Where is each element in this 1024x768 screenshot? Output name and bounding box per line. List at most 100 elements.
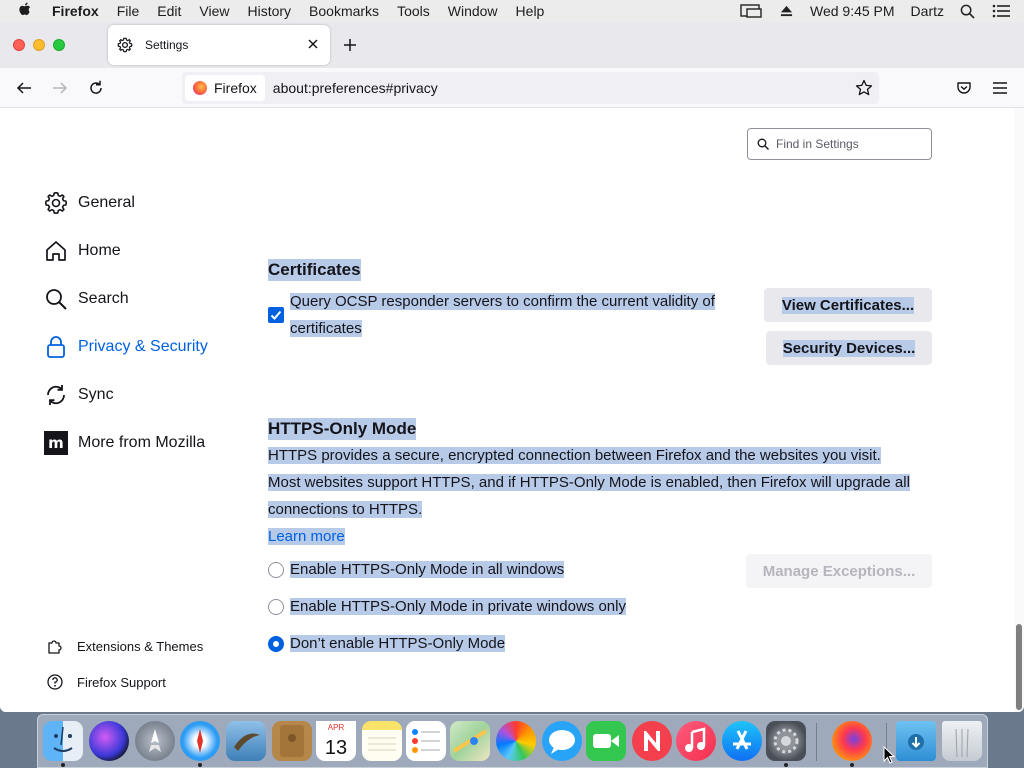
https-private-windows-radio[interactable] xyxy=(268,599,284,615)
siri-icon[interactable] xyxy=(89,721,129,761)
menu-window[interactable]: Window xyxy=(448,3,498,19)
checkmark-icon xyxy=(270,310,282,320)
https-disabled-radio[interactable] xyxy=(268,636,284,652)
spotlight-search-icon[interactable] xyxy=(960,4,976,19)
lock-icon xyxy=(47,336,65,358)
music-icon[interactable] xyxy=(676,721,716,761)
finder-icon[interactable] xyxy=(43,721,83,761)
manage-exceptions-button[interactable]: Manage Exceptions... xyxy=(746,554,932,588)
extensions-themes-link[interactable]: Extensions & Themes xyxy=(46,637,203,655)
menu-clock[interactable]: Wed 9:45 PM xyxy=(810,3,895,19)
menu-app-name[interactable]: Firefox xyxy=(52,3,99,19)
menu-history[interactable]: History xyxy=(247,3,291,19)
hamburger-menu-icon[interactable] xyxy=(991,79,1009,97)
new-tab-plus-icon[interactable] xyxy=(342,37,358,53)
identity-label: Firefox xyxy=(214,80,257,96)
display-mirror-icon[interactable] xyxy=(740,4,764,18)
facetime-icon[interactable] xyxy=(586,721,626,761)
view-certificates-button[interactable]: View Certificates... xyxy=(764,288,932,322)
control-list-icon[interactable] xyxy=(992,4,1010,18)
https-only-heading: HTTPS-Only Mode xyxy=(268,418,417,440)
reload-icon[interactable] xyxy=(87,79,105,97)
https-all-windows-radio[interactable] xyxy=(268,562,284,578)
settings-search-box[interactable] xyxy=(747,128,932,160)
downloads-folder-icon[interactable] xyxy=(896,721,936,761)
category-general[interactable]: General xyxy=(44,188,135,218)
https-disabled-label[interactable]: Don’t enable HTTPS-Only Mode xyxy=(290,630,506,657)
running-indicator xyxy=(198,763,202,767)
menu-tools[interactable]: Tools xyxy=(397,3,430,19)
system-preferences-icon[interactable] xyxy=(766,721,806,761)
tab-settings[interactable]: Settings xyxy=(108,25,330,65)
menu-bookmarks[interactable]: Bookmarks xyxy=(309,3,379,19)
photos-icon[interactable] xyxy=(496,721,536,761)
tab-title: Settings xyxy=(145,38,189,52)
category-label: General xyxy=(78,194,135,211)
view-certificates-label: View Certificates... xyxy=(781,296,915,314)
category-label: Privacy & Security xyxy=(78,338,208,355)
firefox-support-link[interactable]: Firefox Support xyxy=(46,673,166,691)
security-devices-button[interactable]: Security Devices... xyxy=(766,331,932,365)
https-private-windows-label[interactable]: Enable HTTPS-Only Mode in private window… xyxy=(290,593,626,620)
ocsp-checkbox[interactable] xyxy=(268,307,284,323)
scrollbar-thumb[interactable] xyxy=(1016,624,1022,710)
eject-icon[interactable] xyxy=(780,4,794,18)
mail-icon[interactable] xyxy=(226,721,266,761)
window-zoom-button[interactable] xyxy=(53,39,65,51)
browser-window: Settings Firefox about:preferences#priva… xyxy=(0,22,1024,712)
window-close-button[interactable] xyxy=(13,39,25,51)
url-text[interactable]: about:preferences#privacy xyxy=(273,80,438,96)
ocsp-label[interactable]: Query OCSP responder servers to confirm … xyxy=(290,288,715,342)
news-icon[interactable] xyxy=(632,721,672,761)
back-arrow-icon[interactable] xyxy=(15,79,33,97)
nav-bar: Firefox about:preferences#privacy xyxy=(0,68,1024,108)
category-search[interactable]: Search xyxy=(44,284,129,314)
firefox-icon[interactable] xyxy=(832,721,872,761)
pocket-icon[interactable] xyxy=(955,79,973,97)
launchpad-icon[interactable] xyxy=(135,721,175,761)
messages-icon[interactable] xyxy=(542,721,582,761)
close-icon[interactable] xyxy=(306,37,320,51)
forward-arrow-icon[interactable] xyxy=(51,79,69,97)
notes-icon[interactable] xyxy=(362,721,402,761)
calendar-icon[interactable]: APR 13 xyxy=(316,721,356,761)
radio-label: Enable HTTPS-Only Mode in private window… xyxy=(290,598,626,615)
identity-box[interactable]: Firefox xyxy=(185,75,265,101)
radio-label: Don’t enable HTTPS-Only Mode xyxy=(290,635,506,652)
learn-more-link[interactable]: Learn more xyxy=(268,523,345,550)
page-scrollbar[interactable] xyxy=(1014,108,1024,712)
settings-page: General Home Search Privacy & Security xyxy=(0,108,1014,712)
reminders-icon[interactable] xyxy=(406,721,446,761)
menu-help[interactable]: Help xyxy=(516,3,545,19)
category-label: Sync xyxy=(78,386,114,403)
safari-icon[interactable] xyxy=(180,721,220,761)
radio-label: Enable HTTPS-Only Mode in all windows xyxy=(290,561,565,578)
settings-search-input[interactable] xyxy=(776,137,926,151)
category-sync[interactable]: Sync xyxy=(44,380,114,410)
running-indicator xyxy=(850,763,854,767)
bookmark-star-icon[interactable] xyxy=(855,79,873,97)
firefox-logo-icon xyxy=(193,81,207,95)
gear-icon xyxy=(45,192,67,214)
menu-edit[interactable]: Edit xyxy=(157,3,181,19)
app-store-icon[interactable] xyxy=(722,721,762,761)
menu-user[interactable]: Dartz xyxy=(911,3,944,19)
description-line1: HTTPS provides a secure, encrypted conne… xyxy=(268,447,881,464)
category-more-from-mozilla[interactable]: m More from Mozilla xyxy=(44,428,205,458)
manage-exceptions-label: Manage Exceptions... xyxy=(762,562,916,580)
apple-menu-icon[interactable] xyxy=(18,2,40,21)
contacts-icon[interactable] xyxy=(272,721,312,761)
maps-icon[interactable] xyxy=(450,721,490,761)
menu-view[interactable]: View xyxy=(199,3,229,19)
mouse-cursor-icon xyxy=(883,746,895,764)
trash-icon[interactable] xyxy=(942,721,982,761)
window-minimize-button[interactable] xyxy=(33,39,45,51)
dock-separator xyxy=(816,723,817,761)
category-home[interactable]: Home xyxy=(44,236,121,266)
extensions-themes-label: Extensions & Themes xyxy=(77,638,204,654)
category-privacy-security[interactable]: Privacy & Security xyxy=(44,332,208,362)
https-all-windows-label[interactable]: Enable HTTPS-Only Mode in all windows xyxy=(290,556,565,583)
menu-file[interactable]: File xyxy=(117,3,140,19)
security-devices-label: Security Devices... xyxy=(782,339,916,357)
url-bar[interactable]: Firefox about:preferences#privacy xyxy=(182,72,879,104)
